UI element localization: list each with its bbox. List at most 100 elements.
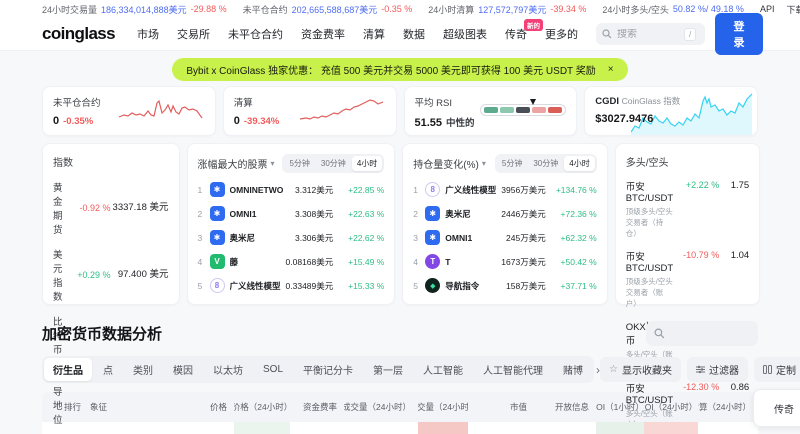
tab-ai-agent[interactable]: 人工智能代理 [474,358,552,381]
col-volume-change-24h[interactable]: 成交量（24小时） [418,392,468,422]
oi-change-row[interactable]: 2 ✱ 奥米尼 2446万美元 +72.36 % [413,206,597,221]
col-funding[interactable]: 资金费率 [290,392,344,422]
col-price-24h[interactable]: 价格（24小时） [234,392,290,422]
tab-ethereum[interactable]: 以太坊 [204,358,252,381]
stat-change: -0.35 % [381,4,413,14]
tab-sol[interactable]: SOL [254,360,292,379]
long-short-row[interactable]: 币安BTC/USDT 顶级多头/空头交易者（持仓） +2.22 % 1.75 [626,179,750,239]
omni-token-icon: ✱ [425,230,441,245]
gainer-row[interactable]: 5 8 广义线性模型 0.33489美元 +15.33 % [198,278,384,293]
cell-volume: 377.9亿美元 [344,422,418,434]
tab-5m[interactable]: 5分钟 [284,156,314,171]
nav-funding-rate[interactable]: 资金费率 [301,26,345,42]
gainer-row[interactable]: 2 ✱ OMNI1 3.308美元 +22.63 % [198,206,384,221]
card-open-interest[interactable]: 未平仓合约 0 -0.35% [42,86,216,136]
nav-search-box[interactable]: / [596,23,705,45]
index-row-dxy[interactable]: 美元指数 +0.29 % 97.400 美元 [53,247,169,303]
tab-derivatives[interactable]: 衍生品 [44,358,92,381]
col-volume-24h[interactable]: 成交量（24小时） [344,392,418,422]
filter-button[interactable]: 过滤器 [686,357,748,382]
new-badge: 新的 [524,19,544,31]
col-open-interest[interactable]: 开放信息 [534,392,596,422]
omni-token-icon: ✱ [425,206,441,221]
tab-4h[interactable]: 4小时 [351,156,383,171]
tab-spot[interactable]: 点 [94,358,122,381]
banner-close-icon[interactable]: × [608,64,614,75]
col-symbol[interactable]: 象征 [90,392,166,422]
gainer-row[interactable]: 3 ✱ 奥米尼 3.306美元 +22.62 % [198,230,384,245]
favorite-star-icon[interactable]: ☆ [42,422,64,434]
oi-change-row[interactable]: 1 8 广义线性模型 3956万美元 +134.76 % [413,182,597,197]
tab-meme[interactable]: 模因 [164,358,202,381]
tab-ai[interactable]: 人工智能 [414,358,472,381]
table-search-box[interactable] [646,321,758,346]
open-interest-sparkline [118,99,203,119]
col-liquidation-24h[interactable]: 清算（24小时） [698,392,758,422]
card-average-rsi[interactable]: 平均 RSI 51.55 中性的 [403,86,578,136]
table-search-input[interactable] [670,328,750,339]
card-value: 0 -39.34% [233,115,280,127]
gainer-row[interactable]: 4 V 藤 0.08168美元 +15.49 % [198,254,384,269]
promo-banner[interactable]: Bybit x CoinGlass 独家优惠： 充值 500 美元并交易 500… [172,58,628,81]
card-oi-change: 持仓量变化(%) ▾ 5分钟 30分钟 4小时 1 8 广义线性模型 3956万美… [402,143,608,305]
card-cgdi-index[interactable]: CGDI CoinGlass 指数 $3027.9476 [584,86,758,136]
col-rank[interactable]: 排行 [64,392,90,422]
compass-token-icon: ◆ [425,278,441,293]
card-title-dropdown[interactable]: 涨幅最大的股票 ▾ [198,156,275,171]
tab-bsc[interactable]: 平衡记分卡 [294,358,362,381]
nav-more[interactable]: 更多的 [545,26,578,42]
tab-gambling[interactable]: 赌博 [554,358,592,381]
tab-4h[interactable]: 4小时 [564,156,595,171]
nav-supercharts[interactable]: 超级图表 [443,26,487,42]
table-row-bitcoin[interactable]: ☆ 1 B 比特币 118195.9美元 +0.48% 0.0084% 377.… [42,422,758,434]
long-short-row[interactable]: 币安BTC/USDT 顶级多头/空头交易者（账户） -10.79 % 1.04 [626,249,750,309]
cell-symbol[interactable]: B 比特币 [90,422,166,434]
section-title: 加密货币数据分析 [42,326,163,343]
col-oi-1h[interactable]: OI（1小时） [596,392,644,422]
download-app-link[interactable]: 下载APP [786,3,800,16]
oi-change-row[interactable]: 3 ✱ OMNI1 245万美元 +62.32 % [413,230,597,245]
omni-token-icon: ✱ [209,206,225,221]
oi-change-row[interactable]: 5 ◆ 导航指令 158万美元 +37.71 % [413,278,597,293]
cell-funding: 0.0084% [290,422,344,434]
main-navbar: coinglass 市场 交易所 未平仓合约 资金费率 清算 数据 超级图表 传… [0,13,800,55]
cell-price: 118195.9美元 [166,422,234,434]
vine-token-icon: V [209,254,225,269]
index-row-gold[interactable]: 黄金期货 -0.92 % 3337.18 美元 [53,180,169,236]
show-favorites-button[interactable]: ☆ 显示收藏夹 [600,357,681,382]
nav-search-input[interactable] [617,28,680,40]
col-star [42,392,64,422]
gainer-row[interactable]: 1 ✱ OMNINETWO 3.312美元 +22.85 % [198,182,384,197]
card-title-dropdown[interactable]: 持仓量变化(%) ▾ [413,156,486,171]
nav-legend[interactable]: 传奇 新的 [505,19,544,42]
card-liquidation[interactable]: 清算 0 -39.34% [222,86,397,136]
nav-data[interactable]: 数据 [403,26,425,42]
star-icon: ☆ [609,364,618,375]
timeframe-tabs: 5分钟 30分钟 4小时 [494,154,597,173]
chevron-down-icon: ▾ [481,159,486,168]
tab-30m[interactable]: 30分钟 [316,156,351,171]
tab-5m[interactable]: 5分钟 [497,156,527,171]
oi-change-row[interactable]: 4 T T 1673万美元 +50.42 % [413,254,597,269]
col-price[interactable]: 价格 [166,392,234,422]
card-value: $3027.9476 [595,113,654,125]
chevron-down-icon: ▾ [270,159,275,168]
legend-side-tab[interactable]: 传奇 [753,389,800,427]
nav-open-interest[interactable]: 未平仓合约 [228,26,283,42]
tab-30m[interactable]: 30分钟 [528,156,563,171]
col-market-cap[interactable]: 市值 [468,392,534,422]
nav-exchanges[interactable]: 交易所 [177,26,210,42]
col-oi-24h[interactable]: OI（24小时） [644,392,698,422]
coinglass-logo[interactable]: coinglass [42,24,116,44]
gauge-segment [516,107,531,113]
gauge-segment [500,107,515,113]
cell-market-cap: 2.35万亿美元 [468,422,534,434]
tab-categories[interactable]: 类别 [124,358,162,381]
stat-open-interest: 未平仓合约 202,665,588,687美元 -0.35 % [243,3,413,16]
search-shortcut-key: / [684,27,697,41]
nav-markets[interactable]: 市场 [137,26,159,42]
login-button[interactable]: 登录 [714,13,764,55]
customize-button[interactable]: 定制 [753,357,800,382]
tab-layer1[interactable]: 第一层 [364,358,412,381]
nav-liquidation[interactable]: 清算 [363,26,385,42]
